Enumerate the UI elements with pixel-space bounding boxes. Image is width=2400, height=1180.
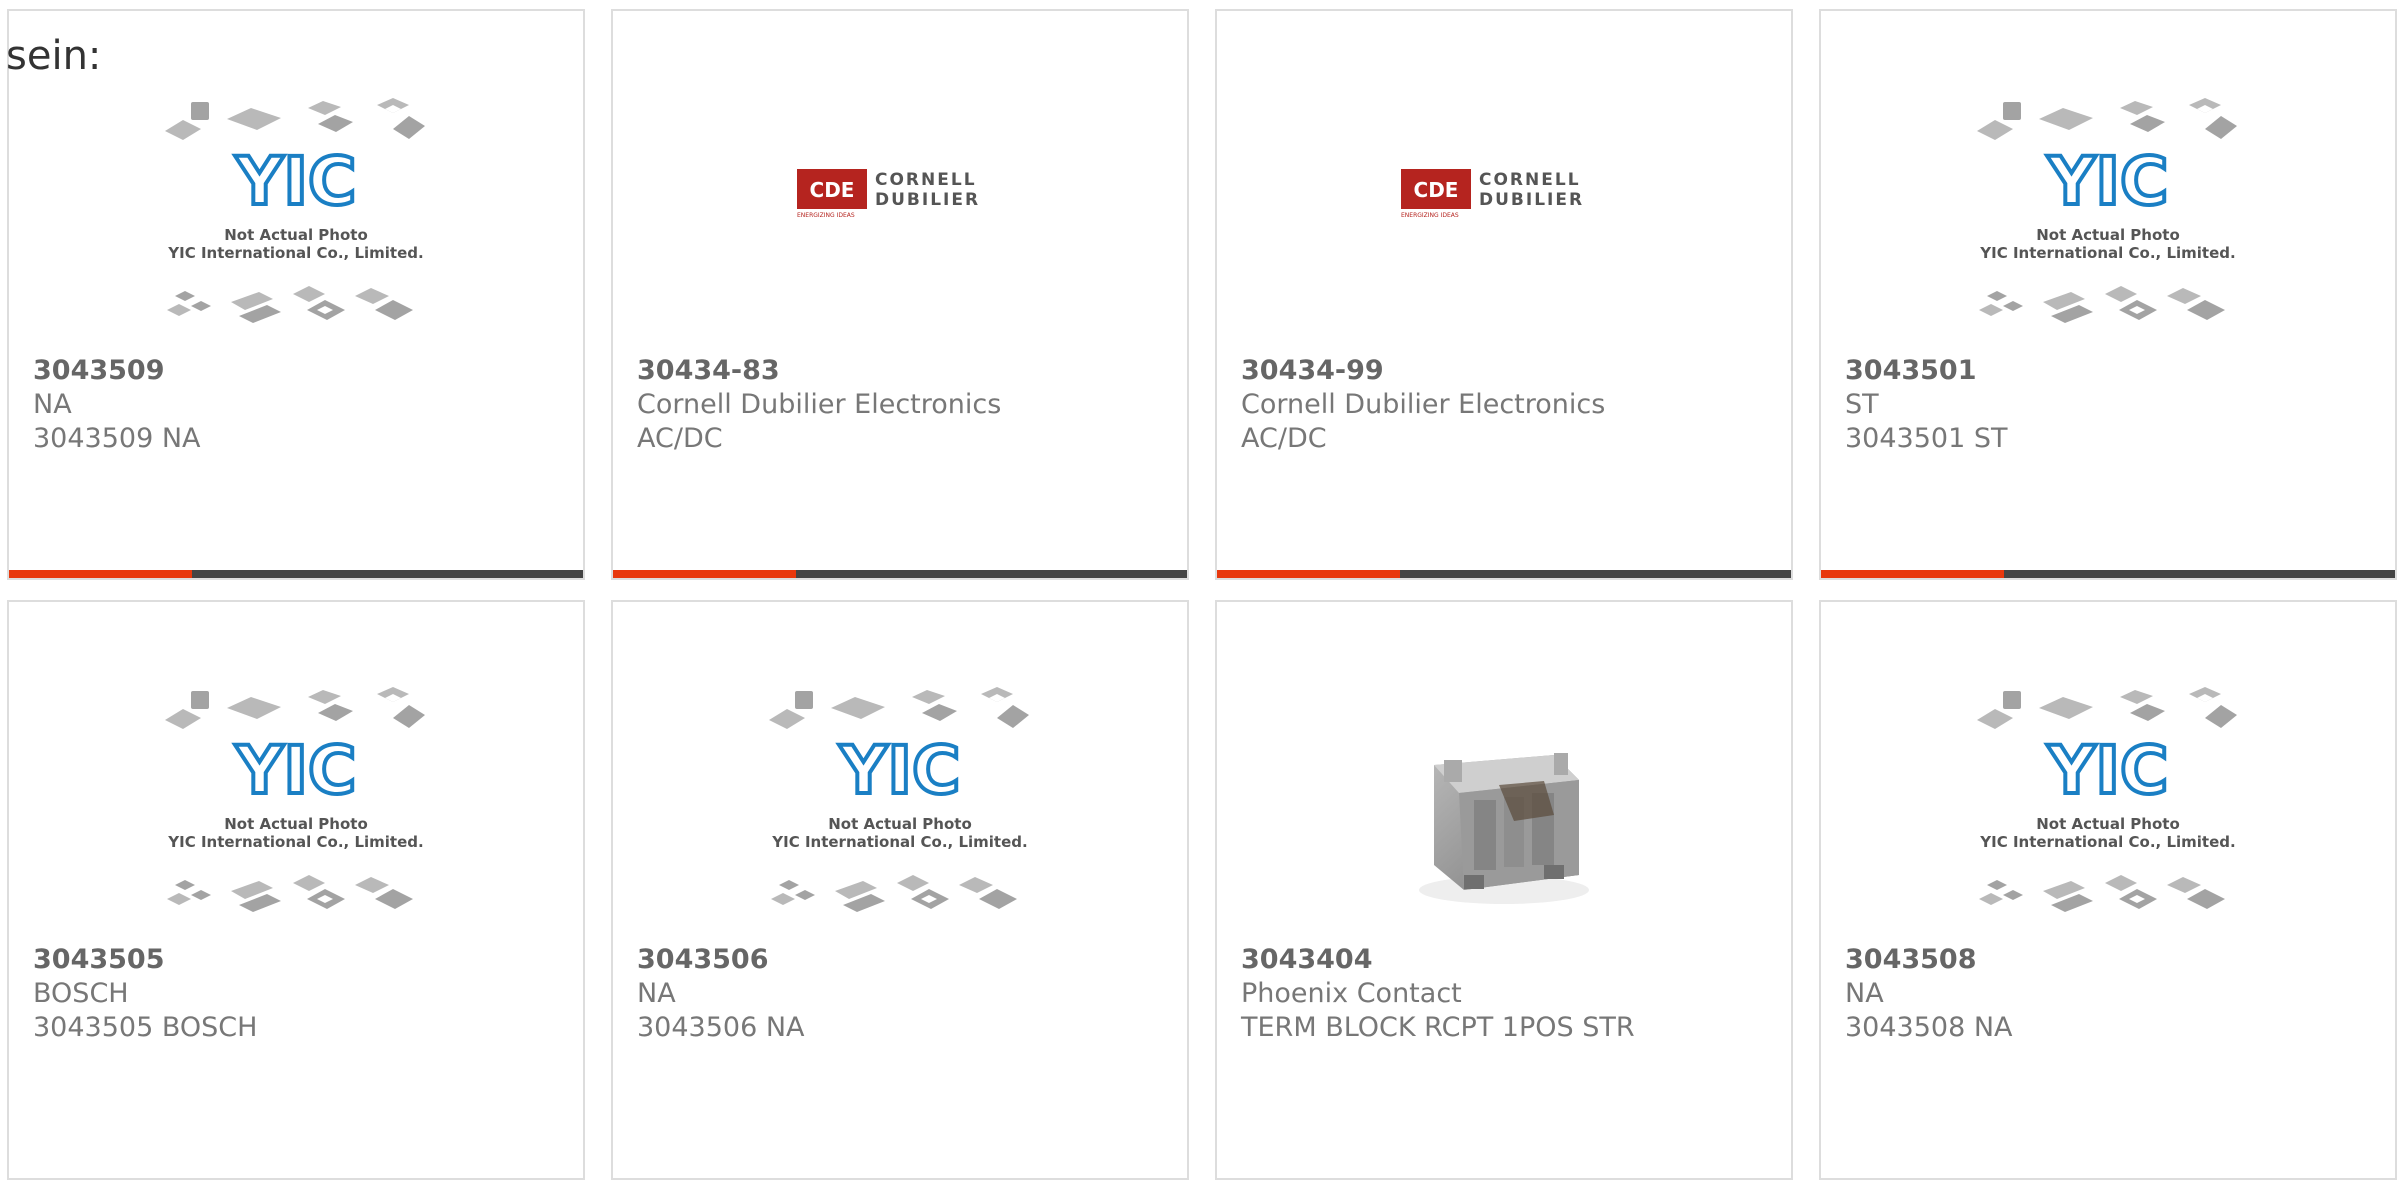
- description: 3043508 NA: [1845, 1012, 2013, 1043]
- product-card[interactable]: YIC Not Actual Photo YIC International Co.…: [7, 600, 585, 1180]
- svg-text:ENERGIZING IDEAS: ENERGIZING IDEAS: [797, 212, 855, 219]
- product-image[interactable]: [1217, 685, 1791, 935]
- product-image[interactable]: YIC Not Actual Photo YIC International Co.…: [613, 685, 1187, 935]
- svg-text:YIC International Co., Limited: YIC International Co., Limited.: [167, 244, 423, 262]
- svg-text:CDE: CDE: [1414, 178, 1459, 202]
- placeholder-image: YIC Not Actual PhotoYIC International Co.…: [165, 98, 425, 323]
- product-image[interactable]: YIC Not Actual Photo YIC International Co.…: [9, 96, 583, 346]
- product-card[interactable]: YIC Not Actual Photo YIC International Co.…: [611, 600, 1189, 1180]
- svg-text:YIC International Co., Limited: YIC International Co., Limited.: [167, 833, 423, 851]
- product-card[interactable]: YIC Not Actual Photo YIC International Co.…: [1819, 9, 2397, 580]
- card-bar: [1217, 570, 1791, 578]
- svg-text:Not Actual Photo: Not Actual Photo: [224, 226, 368, 244]
- part-number[interactable]: 30434-99: [1241, 354, 1605, 388]
- manufacturer: ST: [1845, 389, 1879, 420]
- svg-text:YIC: YIC: [2047, 732, 2169, 809]
- product-image[interactable]: CDE CORNELL DUBILIER ENERGIZING IDEAS: [613, 96, 1187, 346]
- card-bar: [1821, 570, 2395, 578]
- svg-text:Not Actual Photo: Not Actual Photo: [2036, 226, 2180, 244]
- product-card[interactable]: 3043404 Phoenix Contact TERM BLOCK RCPT …: [1215, 600, 1793, 1180]
- part-number[interactable]: 30434-83: [637, 354, 1001, 388]
- manufacturer: NA: [637, 978, 676, 1009]
- svg-text:CORNELL: CORNELL: [1479, 170, 1581, 190]
- description: AC/DC: [637, 423, 723, 454]
- svg-text:YIC International Co., Limited: YIC International Co., Limited.: [1979, 244, 2235, 262]
- svg-text:YIC: YIC: [235, 143, 357, 220]
- manufacturer: NA: [33, 389, 72, 420]
- card-bar: [9, 570, 583, 578]
- manufacturer: NA: [1845, 978, 1884, 1009]
- svg-text:YIC: YIC: [839, 732, 961, 809]
- svg-text:YIC: YIC: [235, 732, 357, 809]
- svg-text:Not Actual Photo: Not Actual Photo: [828, 815, 972, 833]
- placeholder-image: YIC Not Actual PhotoYIC International Co.…: [1977, 98, 2237, 323]
- part-number[interactable]: 3043508: [1845, 943, 2013, 977]
- part-number[interactable]: 3043404: [1241, 943, 1635, 977]
- product-image[interactable]: YIC Not Actual Photo YIC International Co.…: [9, 685, 583, 935]
- product-card[interactable]: YIC Not Actual Photo YIC International Co.…: [1819, 600, 2397, 1180]
- product-grid: YIC Not Actual Photo YIC International Co.…: [0, 0, 2400, 1180]
- svg-text:YIC International Co., Limited: YIC International Co., Limited.: [1979, 833, 2235, 851]
- svg-text:Not Actual Photo: Not Actual Photo: [2036, 815, 2180, 833]
- svg-text:ENERGIZING IDEAS: ENERGIZING IDEAS: [1401, 212, 1459, 219]
- cornell-dubilier-logo: CDE CORNELLDUBILIER ENERGIZING IDEAS: [1401, 169, 1584, 219]
- manufacturer: Phoenix Contact: [1241, 978, 1462, 1009]
- manufacturer: BOSCH: [33, 978, 129, 1009]
- terminal-block-photo: [1419, 753, 1589, 904]
- product-image[interactable]: YIC Not Actual Photo YIC International Co.…: [1821, 96, 2395, 346]
- product-image[interactable]: CDE CORNELL DUBILIER ENERGIZING IDEAS: [1217, 96, 1791, 346]
- description: AC/DC: [1241, 423, 1327, 454]
- description: TERM BLOCK RCPT 1POS STR: [1241, 1012, 1635, 1043]
- intro-text: sein:: [6, 33, 102, 79]
- product-card[interactable]: CDE CORNELL DUBILIER ENERGIZING IDEAS 30434…: [1215, 9, 1793, 580]
- svg-text:CDE: CDE: [810, 178, 855, 202]
- svg-text:DUBILIER: DUBILIER: [1479, 190, 1584, 210]
- description: 3043509 NA: [33, 423, 201, 454]
- svg-text:YIC International Co., Limited: YIC International Co., Limited.: [771, 833, 1027, 851]
- svg-text:CORNELL: CORNELL: [875, 170, 977, 190]
- manufacturer: Cornell Dubilier Electronics: [1241, 389, 1606, 420]
- product-card[interactable]: CDE CORNELL DUBILIER ENERGIZING IDEAS 30434…: [611, 9, 1189, 580]
- product-card[interactable]: YIC Not Actual Photo YIC International Co.…: [7, 9, 585, 580]
- placeholder-image: YIC Not Actual PhotoYIC International Co.…: [1977, 687, 2237, 912]
- svg-text:Not Actual Photo: Not Actual Photo: [224, 815, 368, 833]
- svg-text:DUBILIER: DUBILIER: [875, 190, 980, 210]
- description: 3043505 BOSCH: [33, 1012, 258, 1043]
- description: 3043506 NA: [637, 1012, 805, 1043]
- part-number[interactable]: 3043501: [1845, 354, 2007, 388]
- description: 3043501 ST: [1845, 423, 2008, 454]
- placeholder-image: YIC Not Actual PhotoYIC International Co.…: [769, 687, 1029, 912]
- product-image[interactable]: YIC Not Actual Photo YIC International Co.…: [1821, 685, 2395, 935]
- part-number[interactable]: 3043509: [33, 354, 201, 388]
- manufacturer: Cornell Dubilier Electronics: [637, 389, 1002, 420]
- card-bar: [613, 570, 1187, 578]
- part-number[interactable]: 3043506: [637, 943, 805, 977]
- part-number[interactable]: 3043505: [33, 943, 257, 977]
- cornell-dubilier-logo: CDE CORNELLDUBILIER ENERGIZING IDEAS: [797, 169, 980, 219]
- svg-text:YIC: YIC: [2047, 143, 2169, 220]
- placeholder-image: YIC Not Actual PhotoYIC International Co.…: [165, 687, 425, 912]
